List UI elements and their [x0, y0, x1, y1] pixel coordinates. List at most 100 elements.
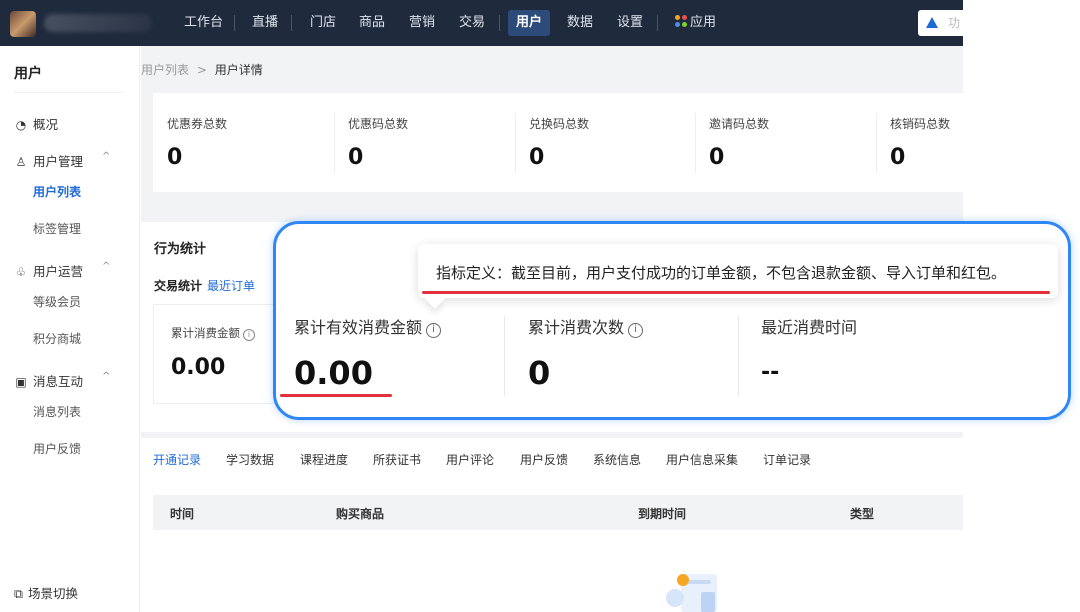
nav-apps-label: 应用 [690, 15, 717, 30]
sidebar-group-message-interaction[interactable]: ▣ 消息互动 ^ [14, 371, 110, 390]
sidebar-item-points-mall[interactable]: 积分商城 [33, 330, 81, 347]
stat-value: 0 [890, 145, 906, 170]
sidebar-group-user-management[interactable]: ♙ 用户管理 ^ [14, 151, 111, 170]
nav-separator [499, 15, 500, 31]
tab-system-info[interactable]: 系统信息 [593, 451, 641, 468]
sidebar-item-user-list[interactable]: 用户列表 [33, 183, 81, 200]
tab-order-records[interactable]: 订单记录 [763, 451, 811, 468]
coupon-stats-card: 优惠券总数 0 优惠码总数 0 兑换码总数 0 邀请码总数 0 核销码总数 0 [153, 93, 975, 192]
nav-trade[interactable]: 交易 [451, 10, 493, 36]
nav-apps[interactable]: 应用 [667, 10, 724, 36]
nav-separator [234, 15, 235, 31]
sidebar-item-message-list[interactable]: 消息列表 [33, 403, 81, 420]
tooltip-text: 指标定义：截至目前，用户支付成功的订单金额，不包含退款金额、导入订单和红包。 [436, 264, 1007, 282]
zoomed-metric-callout: 指标定义：截至目前，用户支付成功的订单金额，不包含退款金额、导入订单和红包。 累… [273, 221, 1071, 420]
sidebar-item-membership-level[interactable]: 等级会员 [33, 293, 81, 310]
recent-orders-link[interactable]: 最近订单 [207, 277, 255, 294]
nav-settings[interactable]: 设置 [609, 10, 651, 36]
stat-value: 0 [348, 145, 364, 170]
total-spend-value: 0.00 [171, 355, 226, 380]
nav-data[interactable]: 数据 [559, 10, 601, 36]
column-header-expiry: 到期时间 [638, 507, 687, 521]
tab-activation-records[interactable]: 开通记录 [153, 451, 201, 468]
stat-label: 优惠码总数 [348, 117, 409, 131]
search-input[interactable]: 功 [918, 10, 963, 36]
store-name-blurred [44, 14, 152, 32]
tab-course-progress[interactable]: 课程进度 [300, 451, 348, 468]
info-icon[interactable]: i [243, 329, 255, 341]
tab-certificates[interactable]: 所获证书 [373, 451, 421, 468]
info-icon[interactable]: i [426, 323, 442, 338]
nav-users[interactable]: 用户 [508, 10, 551, 36]
sidebar-item-label: 概况 [33, 117, 59, 132]
breadcrumb-current: 用户详情 [214, 63, 263, 77]
tab-user-comments[interactable]: 用户评论 [446, 451, 494, 468]
stat-divider [876, 113, 877, 173]
breadcrumb-separator: > [196, 63, 207, 77]
stat-label: 优惠券总数 [167, 117, 228, 131]
chevron-up-icon: ^ [102, 261, 111, 272]
scene-switch-button[interactable]: ⧉ 场景切换 [14, 583, 78, 602]
sidebar-group-label: 用户运营 [33, 264, 84, 279]
store-logo[interactable] [10, 11, 36, 37]
nav-live[interactable]: 直播 [244, 10, 286, 36]
chevron-up-icon: ^ [102, 151, 111, 162]
stat-label: 兑换码总数 [529, 117, 590, 131]
info-icon[interactable]: i [628, 323, 644, 338]
stat-divider [695, 113, 696, 173]
metric-label: 最近消费时间 [761, 318, 858, 337]
metric-divider [504, 316, 505, 396]
top-navigation-bar: 工作台 直播 门店 商品 营销 交易 用户 数据 设置 应用 功 [0, 0, 963, 46]
stat-label: 核销码总数 [890, 117, 951, 131]
tab-user-feedback[interactable]: 用户反馈 [520, 451, 568, 468]
metric-label: 累计有效消费金额 i [294, 314, 442, 338]
sidebar-item-tag-management[interactable]: 标签管理 [33, 220, 81, 237]
nav-marketing[interactable]: 营销 [401, 10, 443, 36]
metric-effective-spend: 累计有效消费金额 i 0.00 [294, 314, 442, 392]
tooltip-underline-highlight [422, 291, 1050, 294]
scene-switch-label: 场景切换 [27, 586, 78, 601]
stat-divider [515, 113, 516, 173]
stat-value: 0 [709, 145, 725, 170]
total-spend-label: 累计消费金额 i [171, 325, 255, 341]
metric-value: 0 [528, 354, 551, 392]
stat-label: 邀请码总数 [709, 117, 770, 131]
nav-workbench[interactable]: 工作台 [176, 10, 231, 36]
sidebar-divider [14, 92, 124, 93]
metric-divider [738, 316, 739, 396]
user-icon: ♙ [15, 155, 27, 169]
sidebar-group-user-operations[interactable]: ♧ 用户运营 ^ [14, 261, 111, 280]
column-header-product: 购买商品 [336, 507, 385, 521]
sidebar-title: 用户 [14, 66, 42, 82]
metric-value: -- [761, 360, 780, 385]
total-spend-card: 累计消费金额 i 0.00 [153, 304, 283, 404]
pie-chart-icon: ◔ [15, 118, 27, 132]
records-section: 开通记录 学习数据 课程进度 所获证书 用户评论 用户反馈 系统信息 用户信息采… [141, 438, 963, 612]
trade-stats-title: 交易统计 [154, 279, 203, 293]
column-header-time: 时间 [170, 507, 195, 521]
nav-products[interactable]: 商品 [351, 10, 393, 36]
breadcrumb: 用户列表 > 用户详情 [141, 61, 263, 78]
nav-separator [657, 15, 658, 31]
tab-learning-data[interactable]: 学习数据 [226, 451, 274, 468]
scene-switch-icon: ⧉ [14, 586, 23, 601]
sidebar-group-label: 消息互动 [33, 374, 84, 389]
metric-label: 累计消费次数 i [528, 314, 644, 338]
sidebar-item-overview[interactable]: ◔ 概况 [14, 114, 58, 133]
empty-state-illustration [666, 574, 717, 612]
stat-value: 0 [167, 145, 183, 170]
stat-divider [334, 113, 335, 173]
metric-purchase-count: 累计消费次数 i 0 [528, 314, 644, 392]
value-underline-highlight [280, 394, 392, 397]
stat-value: 0 [529, 145, 545, 170]
metric-last-purchase-time: 最近消费时间 -- [761, 314, 858, 385]
tab-info-collection[interactable]: 用户信息采集 [666, 451, 738, 468]
nav-store[interactable]: 门店 [302, 10, 344, 36]
chevron-up-icon: ^ [102, 371, 111, 382]
apps-grid-icon [675, 15, 687, 27]
metric-definition-tooltip: 指标定义：截至目前，用户支付成功的订单金额，不包含退款金额、导入订单和红包。 [418, 244, 1058, 298]
sidebar-item-user-feedback[interactable]: 用户反馈 [33, 440, 81, 457]
breadcrumb-parent[interactable]: 用户列表 [141, 63, 189, 77]
operations-icon: ♧ [15, 265, 27, 279]
column-header-type: 类型 [850, 507, 875, 521]
